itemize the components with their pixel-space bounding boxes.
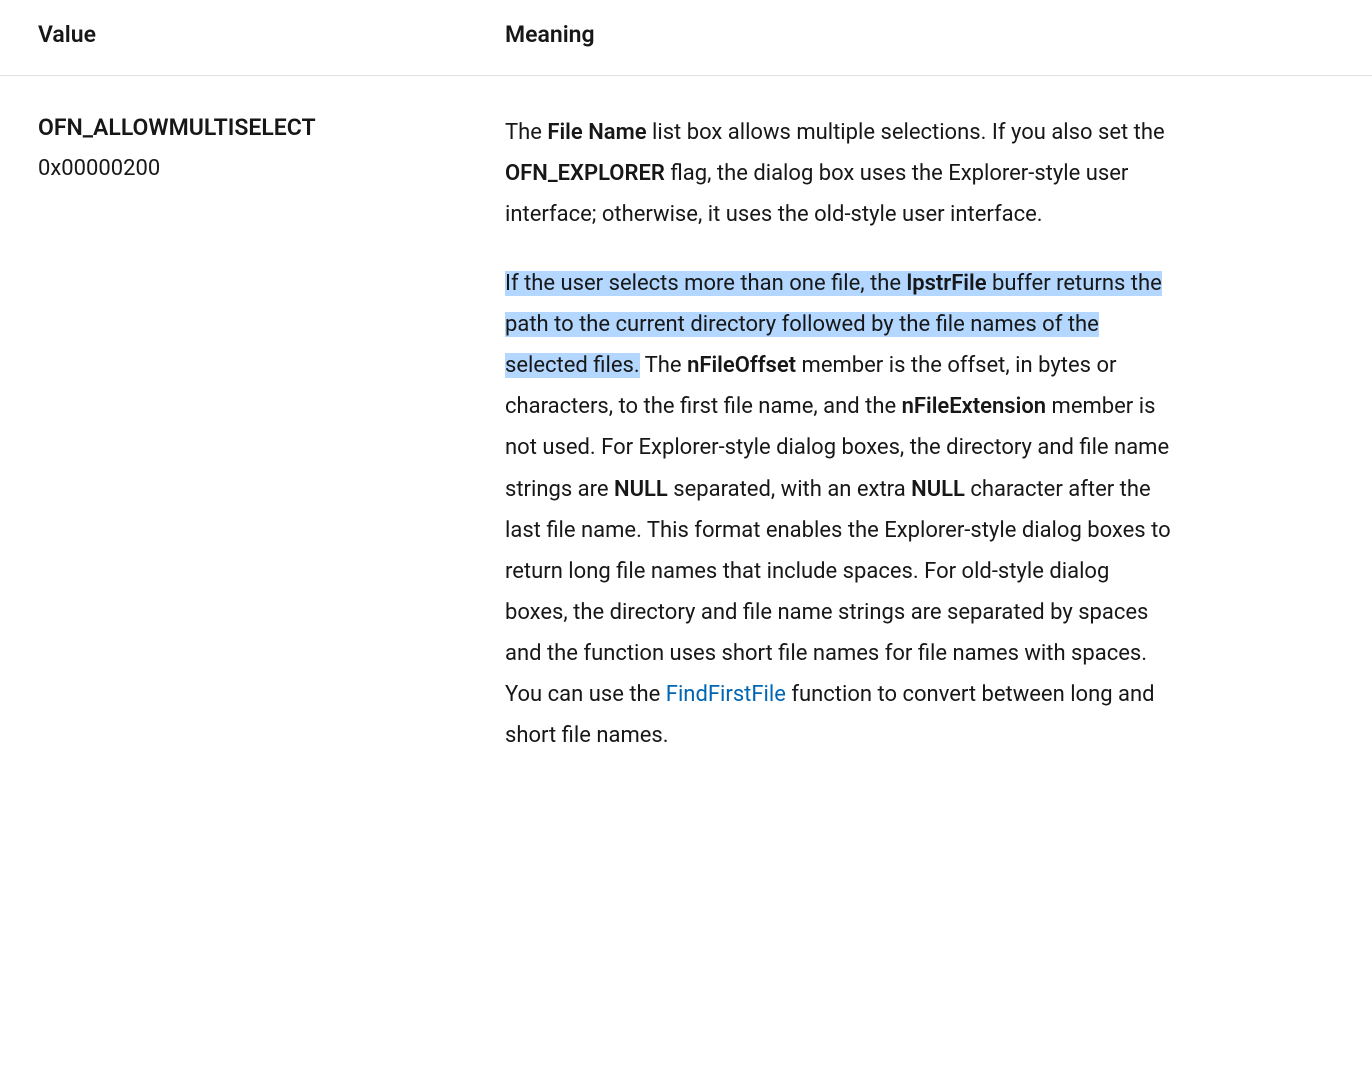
bold-ofn-explorer: OFN_EXPLORER	[505, 161, 665, 186]
meaning-paragraph-2: If the user selects more than one file, …	[505, 263, 1172, 757]
bold-null-2: NULL	[911, 477, 965, 502]
link-findfirstfile[interactable]: FindFirstFile	[666, 682, 786, 707]
bold-lpstrfile: lpstrFile	[907, 271, 987, 296]
flag-hex: 0x00000200	[38, 152, 475, 186]
bold-null-1: NULL	[614, 477, 668, 502]
cell-meaning: The File Name list box allows multiple s…	[505, 75, 1372, 776]
meaning-paragraph-1: The File Name list box allows multiple s…	[505, 112, 1172, 235]
table-row: OFN_ALLOWMULTISELECT 0x00000200 The File…	[0, 75, 1372, 776]
bold-file-name: File Name	[547, 120, 646, 145]
bold-nfileoffset: nFileOffset	[687, 353, 796, 378]
flag-name: OFN_ALLOWMULTISELECT	[38, 112, 475, 144]
cell-value: OFN_ALLOWMULTISELECT 0x00000200	[0, 75, 505, 776]
header-meaning: Meaning	[505, 0, 1372, 75]
bold-nfileextension: nFileExtension	[902, 394, 1046, 419]
header-value: Value	[0, 0, 505, 75]
flags-table: Value Meaning OFN_ALLOWMULTISELECT 0x000…	[0, 0, 1372, 776]
